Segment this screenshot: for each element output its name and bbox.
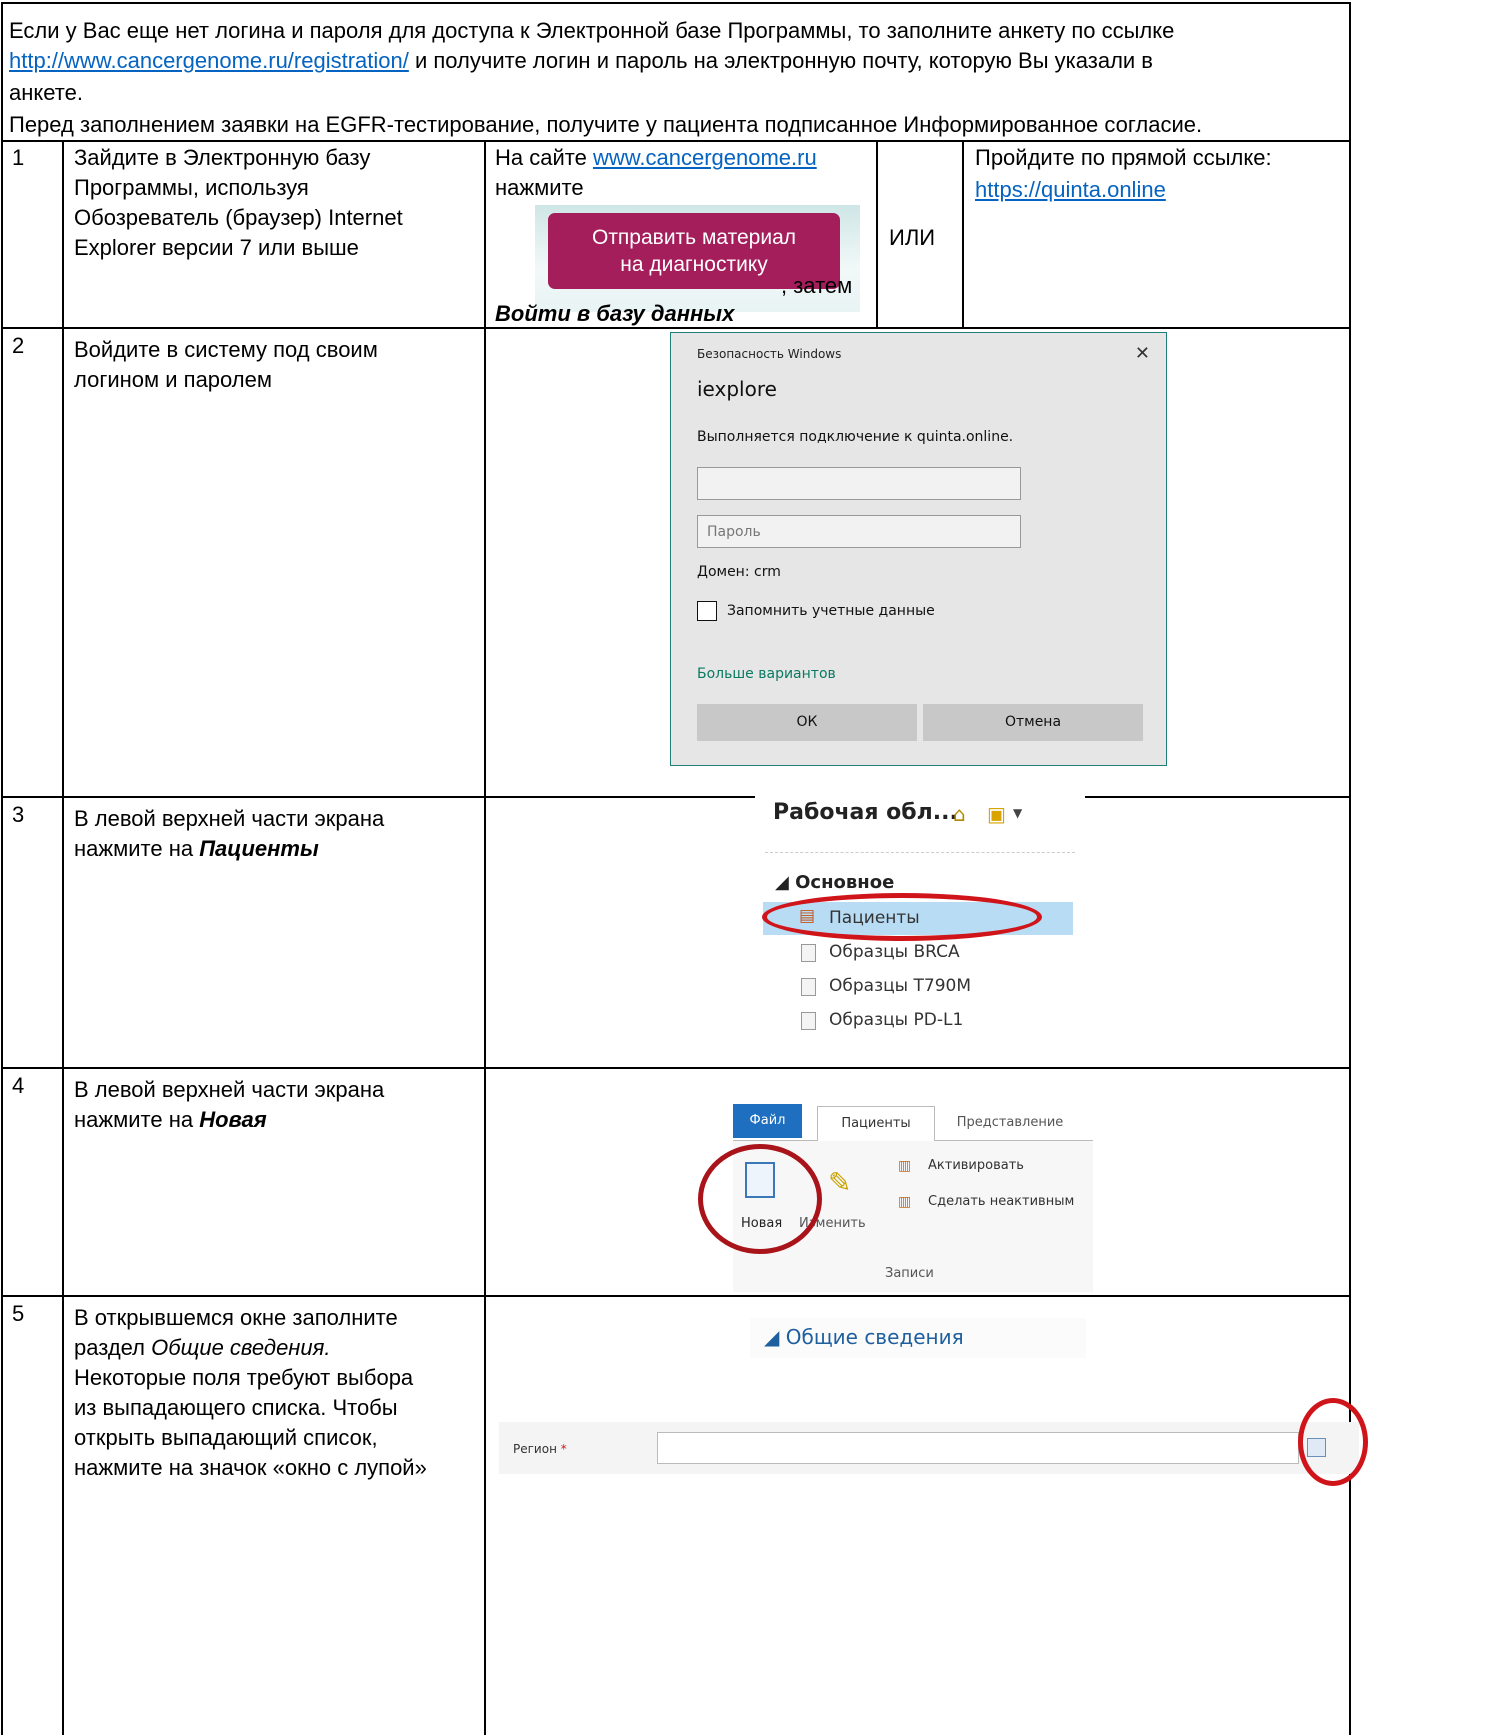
step-3-text: В левой верхней части экрана нажмите на … bbox=[74, 806, 385, 861]
divider bbox=[765, 852, 1075, 853]
highlight-oval bbox=[762, 893, 1042, 941]
quinta-link[interactable]: https://quinta.online bbox=[975, 175, 1166, 205]
dialog-app: iexplore bbox=[697, 377, 777, 401]
activate-icon[interactable]: ▥ bbox=[898, 1158, 911, 1174]
highlight-oval bbox=[698, 1144, 822, 1254]
step-2-text: Войдите в систему под своим логином и па… bbox=[74, 337, 378, 392]
activate-button[interactable]: Активировать bbox=[928, 1158, 1024, 1173]
intro-line-1: Если у Вас еще нет логина и пароля для д… bbox=[9, 18, 1175, 43]
row-divider bbox=[1, 1295, 1351, 1297]
nav-item-brca[interactable]: Образцы BRCA bbox=[829, 942, 960, 962]
row-number: 5 bbox=[12, 1301, 25, 1326]
region-label: Регион * bbox=[513, 1442, 567, 1456]
nav-item-pdl1[interactable]: Образцы PD-L1 bbox=[829, 1010, 963, 1030]
edit-icon[interactable]: ✎ bbox=[828, 1166, 851, 1199]
region-input[interactable] bbox=[657, 1432, 1299, 1464]
row-divider bbox=[1, 796, 1351, 798]
document-icon bbox=[801, 978, 816, 996]
step-4-text: В левой верхней части экрана нажмите на … bbox=[74, 1077, 385, 1132]
deactivate-icon[interactable]: ▥ bbox=[898, 1194, 911, 1210]
row-number: 4 bbox=[12, 1073, 25, 1098]
deactivate-button[interactable]: Сделать неактивным bbox=[928, 1194, 1074, 1209]
registration-link[interactable]: http://www.cancergenome.ru/registration/ bbox=[9, 48, 409, 73]
col-divider bbox=[62, 140, 64, 1735]
row-number: 1 bbox=[12, 145, 25, 170]
password-field[interactable]: Пароль bbox=[697, 515, 1021, 548]
general-info-section-header[interactable]: ◢ Общие сведения bbox=[750, 1318, 1086, 1358]
row-number: 3 bbox=[12, 802, 25, 827]
tab-view[interactable]: Представление bbox=[945, 1106, 1075, 1140]
or-label: ИЛИ bbox=[889, 225, 936, 250]
nav-section: ◢ Основное bbox=[775, 872, 895, 893]
dialog-title: Безопасность Windows bbox=[697, 347, 842, 361]
step-1-site: На сайте www.cancergenome.ru bbox=[495, 145, 817, 170]
step-1-text: Зайдите в Электронную базу Программы, ис… bbox=[74, 145, 403, 260]
nav-item-t790m[interactable]: Образцы T790M bbox=[829, 976, 971, 996]
remember-checkbox[interactable] bbox=[697, 601, 717, 621]
row-divider bbox=[1, 1067, 1351, 1069]
ok-button[interactable]: ОК bbox=[697, 704, 917, 741]
folder-star-icon[interactable]: ▣ bbox=[987, 802, 1006, 826]
chevron-down-icon[interactable]: ▼ bbox=[1013, 806, 1022, 820]
row-number: 2 bbox=[12, 333, 25, 358]
intro-line-4: Перед заполнением заявки на EGFR-тестиро… bbox=[9, 112, 1203, 137]
step-1-press: нажмите bbox=[495, 175, 584, 200]
col-divider bbox=[962, 140, 964, 329]
tab-patients[interactable]: Пациенты bbox=[817, 1106, 935, 1141]
step-5-text: В открывшемся окне заполните раздел Общи… bbox=[74, 1305, 427, 1480]
close-icon[interactable]: ✕ bbox=[1135, 343, 1150, 364]
table-border-left bbox=[1, 2, 3, 1735]
username-field[interactable] bbox=[697, 467, 1021, 500]
windows-security-dialog: Безопасность Windows ✕ iexplore Выполняе… bbox=[670, 332, 1167, 766]
group-label: Записи bbox=[885, 1266, 934, 1281]
document-page: Если у Вас еще нет логина и пароля для д… bbox=[0, 0, 1494, 1735]
col-divider bbox=[484, 140, 486, 1735]
table-border-top bbox=[1, 2, 1351, 4]
tab-file[interactable]: Файл bbox=[733, 1104, 802, 1138]
step-1-then: , затем bbox=[781, 273, 853, 298]
document-icon bbox=[801, 1012, 816, 1030]
highlight-oval bbox=[1298, 1398, 1368, 1486]
workspace-title: Рабочая обл... bbox=[773, 800, 958, 825]
home-icon[interactable]: ⌂ bbox=[953, 802, 966, 826]
site-link[interactable]: www.cancergenome.ru bbox=[593, 145, 817, 170]
dialog-domain: Домен: crm bbox=[697, 564, 781, 580]
direct-link-label: Пройдите по прямой ссылке: bbox=[975, 145, 1272, 170]
row-divider bbox=[1, 140, 1351, 142]
dialog-connecting: Выполняется подключение к quinta.online. bbox=[697, 429, 1014, 445]
remember-label: Запомнить учетные данные bbox=[727, 603, 935, 619]
intro-line-2: http://www.cancergenome.ru/registration/… bbox=[9, 48, 1153, 73]
intro-line-3: анкете. bbox=[9, 80, 83, 105]
region-field-row: Регион * bbox=[499, 1422, 1359, 1474]
cancel-button[interactable]: Отмена bbox=[923, 704, 1143, 741]
more-options-link[interactable]: Больше вариантов bbox=[697, 666, 836, 682]
document-icon bbox=[801, 944, 816, 962]
login-db-label: Войти в базу данных bbox=[495, 301, 735, 326]
col-divider bbox=[876, 140, 878, 329]
